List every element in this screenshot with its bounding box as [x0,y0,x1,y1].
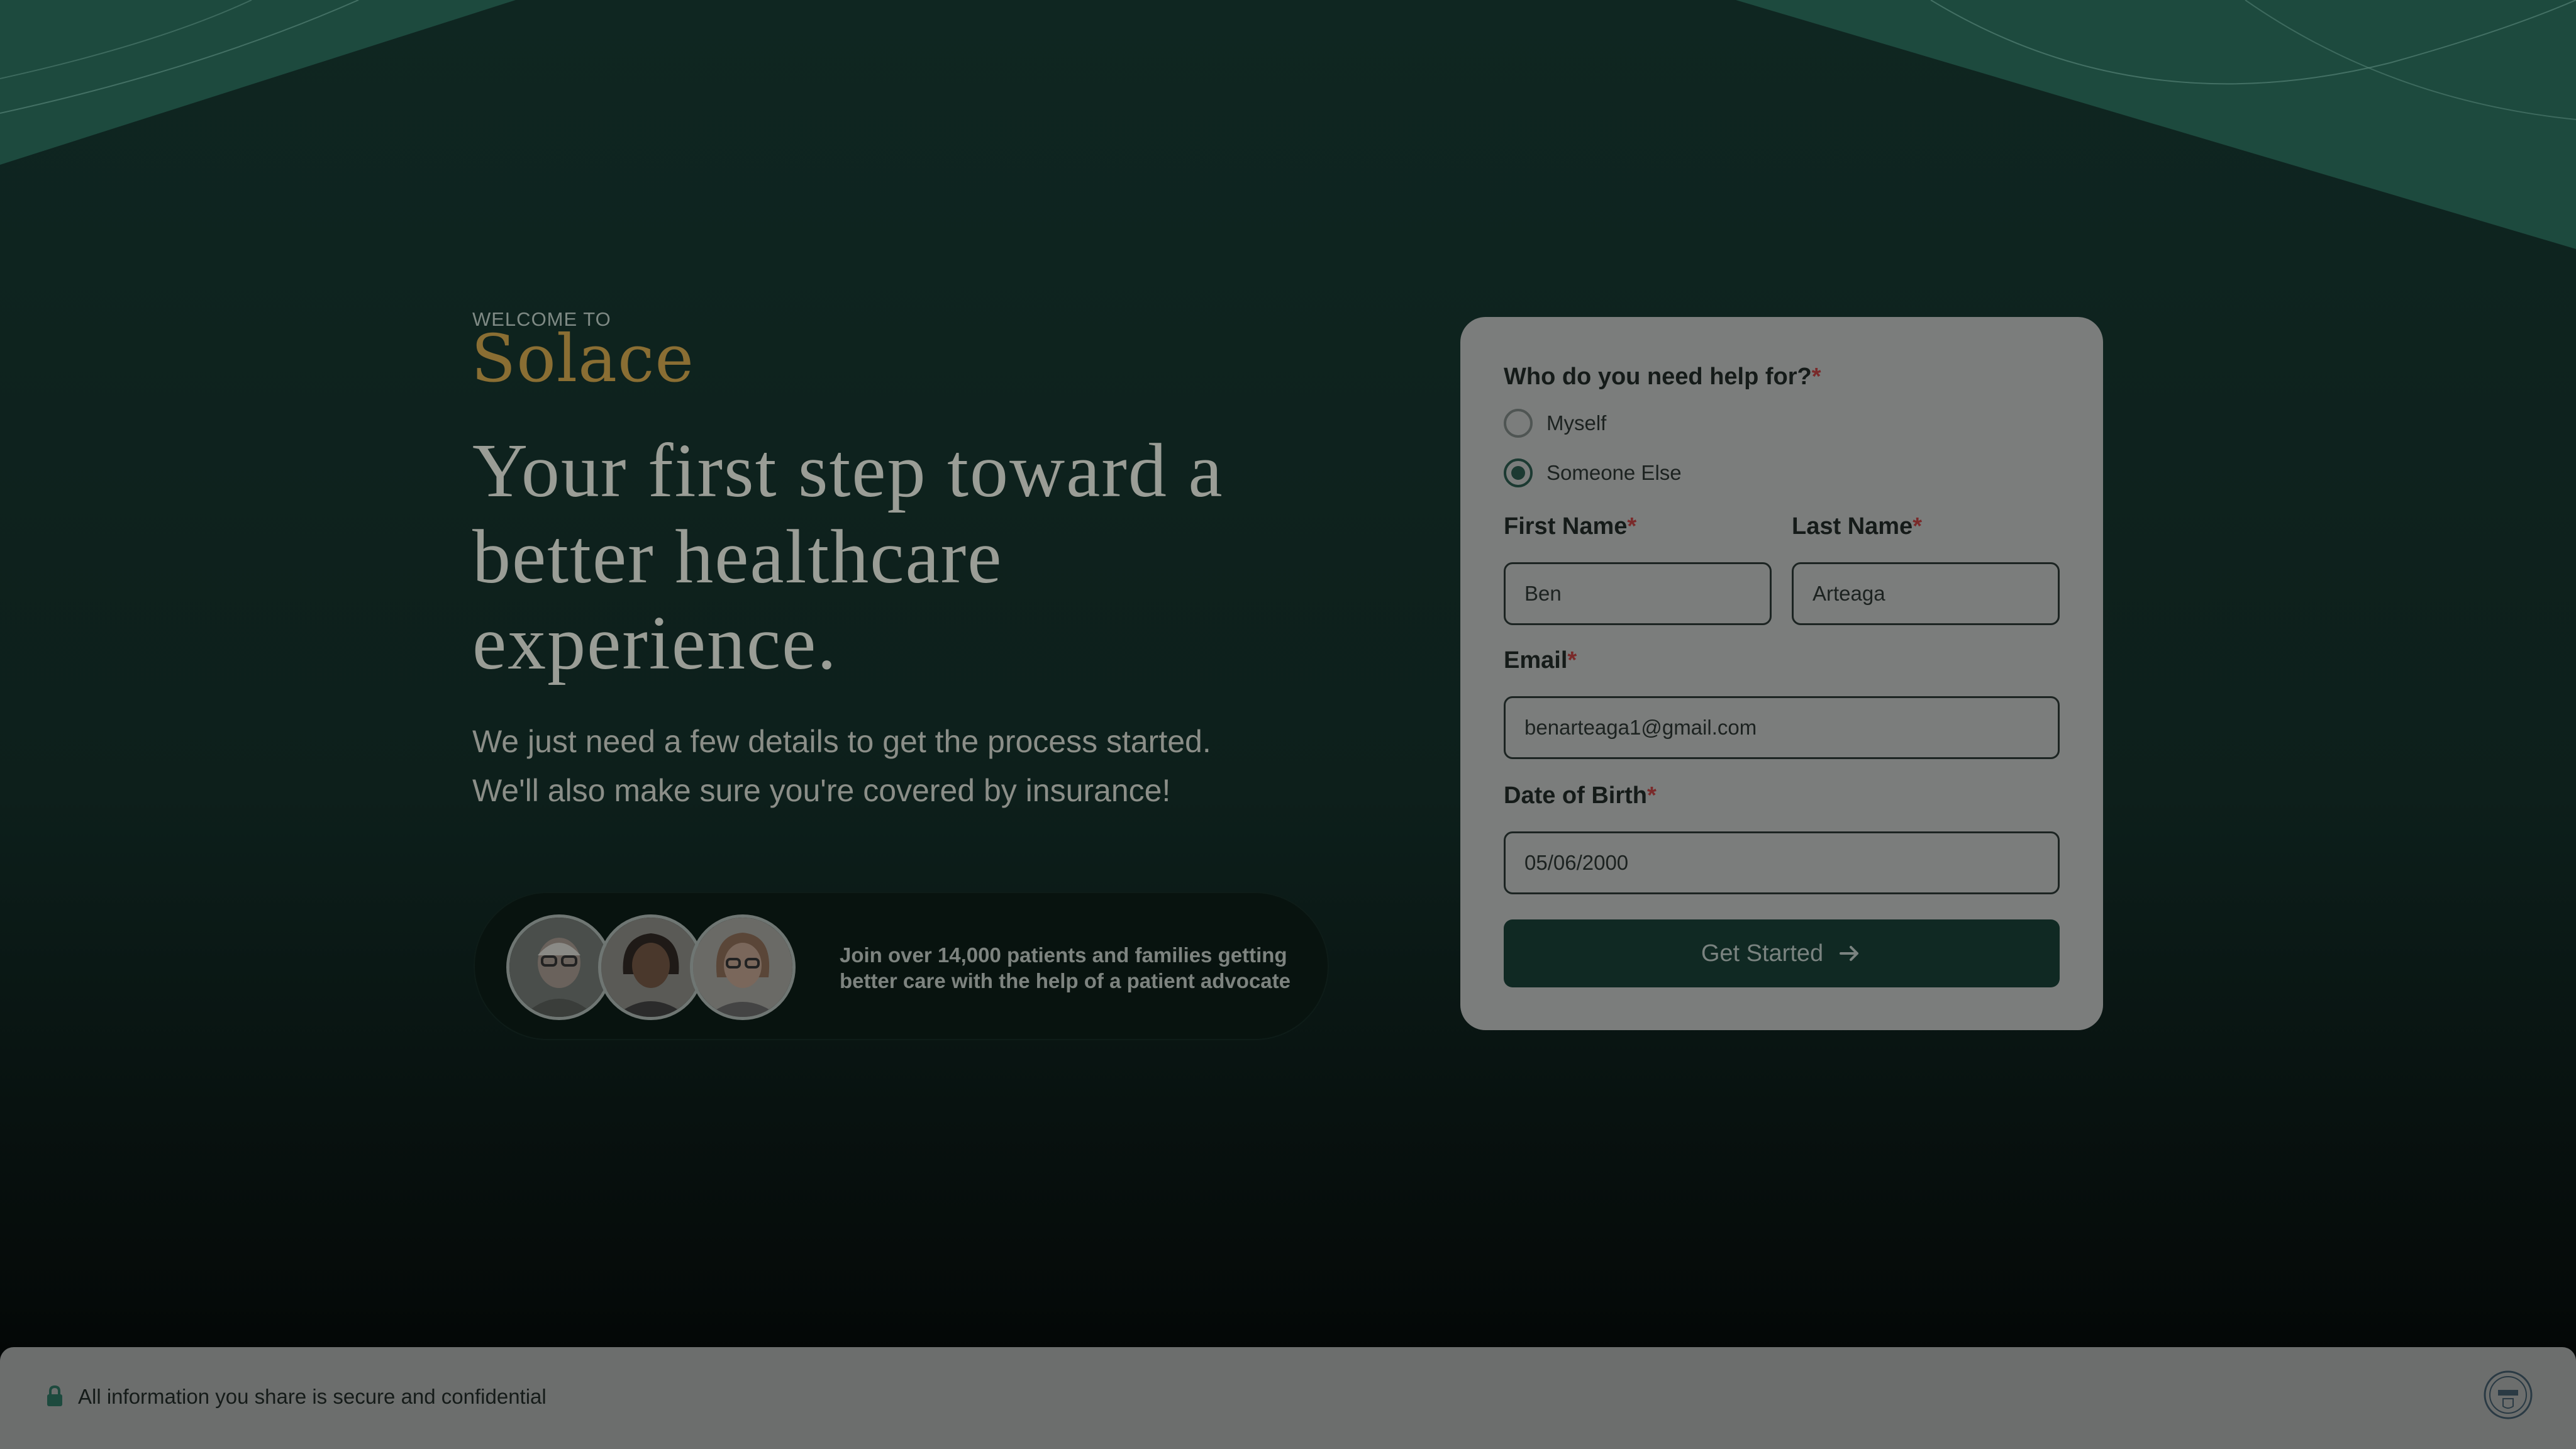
arrow-right-icon [1840,946,1859,961]
email-field[interactable] [1504,696,2060,759]
date-of-birth-label-text: Date of Birth [1504,782,1647,809]
required-asterisk: * [1811,364,1821,390]
intake-form-card: Who do you need help for?* Myself Someon… [1460,317,2103,1030]
intro-text-line-2: We'll also make sure you're covered by i… [472,773,1171,808]
radio-option-myself[interactable]: Myself [1504,409,1606,438]
radio-label-myself: Myself [1546,411,1607,435]
hipaa-badge-icon [2484,1370,2533,1419]
first-name-field[interactable] [1504,562,1772,625]
lock-icon [47,1385,62,1406]
help-for-question: Who do you need help for?* [1504,364,1821,391]
radio-button-someone-else[interactable] [1504,458,1533,487]
radio-button-myself[interactable] [1504,409,1533,438]
intro-text-line-1: We just need a few details to get the pr… [472,724,1211,759]
date-of-birth-field[interactable] [1504,831,2060,894]
first-name-label-text: First Name [1504,513,1628,540]
help-for-question-text: Who do you need help for? [1504,364,1812,390]
patient-avatar [598,914,704,1020]
decorative-background-waves [0,0,2576,249]
required-asterisk: * [1647,782,1657,809]
required-asterisk: * [1627,513,1637,540]
last-name-label-text: Last Name [1792,513,1913,540]
radio-label-someone-else: Someone Else [1546,461,1682,484]
social-proof-text: Join over 14,000 patients and families g… [840,943,1291,992]
required-asterisk: * [1567,647,1577,674]
security-footer: All information you share is secure and … [0,1347,2576,1449]
email-label-text: Email [1504,647,1568,674]
get-started-label: Get Started [1701,940,1824,967]
last-name-field[interactable] [1792,562,2060,625]
patient-avatar [690,914,796,1020]
page-headline: Your first step toward a better healthca… [472,428,1224,686]
required-asterisk: * [1913,513,1922,540]
security-notice: All information you share is secure and … [78,1385,547,1408]
solace-logo: Solace [471,320,694,397]
radio-option-someone-else[interactable]: Someone Else [1504,458,1682,487]
first-name-label: First Name* [1504,513,1636,540]
patient-avatar [506,914,612,1020]
email-label: Email* [1504,647,1577,674]
last-name-label: Last Name* [1792,513,1922,540]
date-of-birth-label: Date of Birth* [1504,782,1657,809]
intro-text: We just need a few details to get the pr… [472,717,1353,815]
social-proof-banner: Join over 14,000 patients and families g… [474,892,1329,1040]
get-started-button[interactable]: Get Started [1504,919,2060,987]
